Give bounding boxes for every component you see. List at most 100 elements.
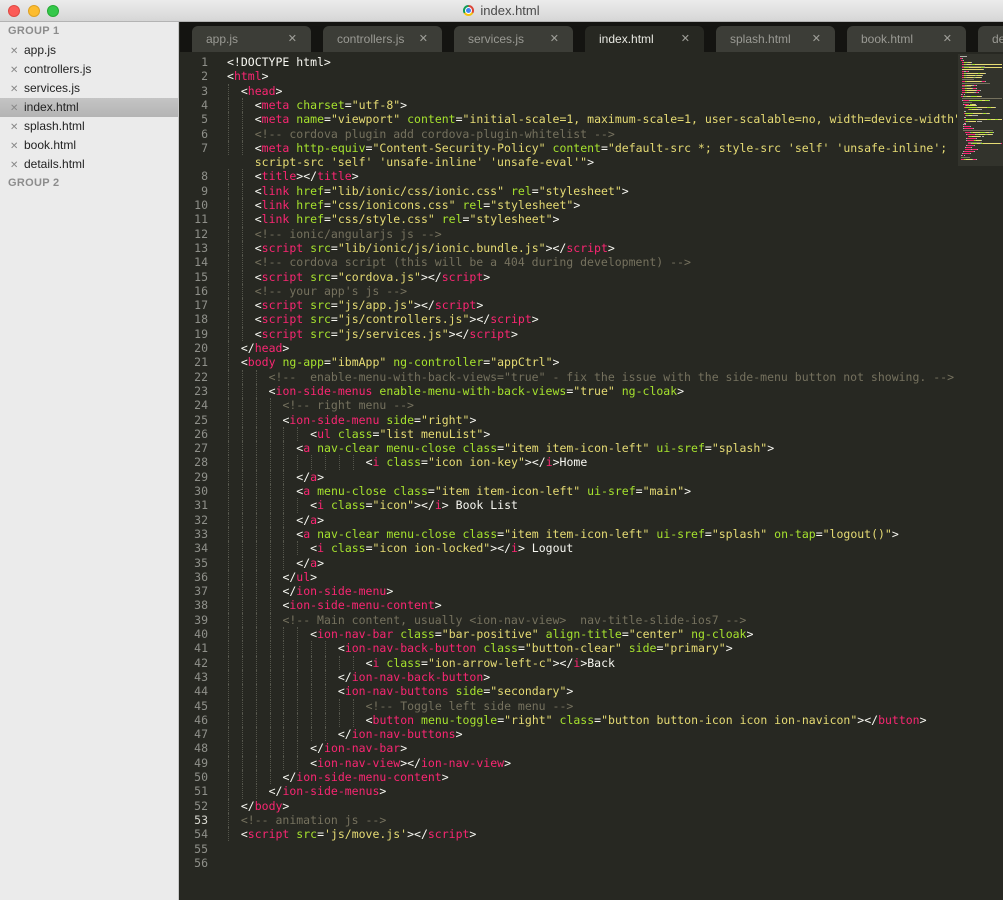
punctuation-token: > xyxy=(483,269,491,284)
code-line: </ul> xyxy=(227,569,957,585)
close-tab-icon[interactable]: ✕ xyxy=(681,32,690,45)
close-tab-icon[interactable]: ✕ xyxy=(419,32,428,45)
close-icon[interactable]: ✕ xyxy=(10,99,24,118)
punctuation-token: > xyxy=(441,770,449,784)
indent-guide xyxy=(241,255,243,270)
string-token: "button button-icon icon ion-navicon" xyxy=(601,712,858,727)
tab-index-html[interactable]: index.html ✕ xyxy=(585,26,704,52)
indent-guide xyxy=(297,641,299,656)
minimap[interactable] xyxy=(958,54,1003,166)
sidebar-file-controllers-js[interactable]: ✕ controllers.js xyxy=(0,60,178,79)
sidebar-file-details-html[interactable]: ✕ details.html xyxy=(0,155,178,174)
punctuation-token: = xyxy=(324,183,331,198)
tag-token: ion-side-menus xyxy=(275,383,373,398)
tab-label: book.html xyxy=(861,32,914,46)
punctuation-token: </ xyxy=(282,770,297,784)
indent-guide xyxy=(241,326,243,341)
tab-details-html[interactable]: details.html xyxy=(978,26,1003,52)
tab-label: services.js xyxy=(468,32,525,46)
string-token: "default-src *; style-src 'self' 'unsafe… xyxy=(607,140,948,155)
sidebar-file-splash-html[interactable]: ✕ splash.html xyxy=(0,117,178,136)
attribute-token: class xyxy=(386,455,422,470)
tag-token: script xyxy=(261,298,304,313)
tag-token: ion-side-menu xyxy=(289,412,380,427)
string-token: "cordova.js" xyxy=(337,269,421,284)
close-icon[interactable]: ✕ xyxy=(10,80,24,99)
indent-guide xyxy=(297,655,299,670)
tag-token: script xyxy=(261,326,304,341)
punctuation-token: = xyxy=(365,498,373,513)
string-token: "right" xyxy=(420,412,470,427)
indent-guide xyxy=(228,512,229,527)
line-number: 52 xyxy=(194,798,208,813)
indent-guide xyxy=(297,741,299,756)
string-token: "js/services.js" xyxy=(337,326,449,341)
indent-guide xyxy=(255,712,257,728)
code-text: <script src="js/services.js"></script> xyxy=(227,327,518,341)
indent-guide xyxy=(311,727,313,742)
indent-guide xyxy=(255,584,257,599)
indent-guide xyxy=(241,584,243,599)
close-tab-icon[interactable]: ✕ xyxy=(943,32,952,45)
close-tab-icon[interactable]: ✕ xyxy=(812,32,821,45)
indent-guide xyxy=(283,641,285,656)
indent-guide xyxy=(283,655,285,670)
punctuation-token: = xyxy=(427,484,435,498)
code-line: </ion-side-menu-content> xyxy=(227,770,957,785)
line-number: 38 xyxy=(194,598,208,613)
tab-app-js[interactable]: app.js ✕ xyxy=(192,26,311,52)
close-tab-icon[interactable]: ✕ xyxy=(550,32,559,45)
close-tab-icon[interactable]: ✕ xyxy=(288,32,297,45)
indent-guide xyxy=(241,569,243,585)
indent-guide xyxy=(255,598,257,613)
indent-guide xyxy=(338,455,340,470)
minimap-stroke xyxy=(961,78,974,80)
indent-guide xyxy=(241,498,243,513)
code-text: <ion-side-menu-content> xyxy=(227,598,441,612)
punctuation-token: > xyxy=(677,383,685,398)
line-number: 56 xyxy=(194,855,208,870)
indent-guide xyxy=(283,541,285,556)
sidebar-file-book-html[interactable]: ✕ book.html xyxy=(0,136,178,155)
code-editor[interactable]: <!DOCTYPE html> <html> <head> <meta charset… xyxy=(227,55,968,895)
code-text: script-src 'self' 'unsafe-inline' 'unsaf… xyxy=(227,155,594,169)
close-icon[interactable]: ✕ xyxy=(10,156,24,175)
comment-token: <!-- ionic/angularjs js --> xyxy=(254,226,442,241)
punctuation-token: </ xyxy=(240,341,255,355)
indent-guide xyxy=(283,426,285,442)
line-number: 48 xyxy=(194,741,208,756)
line-number: 9 xyxy=(201,183,208,198)
indent-guide xyxy=(325,684,327,699)
punctuation-token: = xyxy=(330,312,338,327)
sidebar-file-services-js[interactable]: ✕ services.js xyxy=(0,79,178,98)
tag-token: i xyxy=(317,498,325,513)
indent-guide xyxy=(228,812,229,828)
indent-guide xyxy=(241,369,243,384)
tag-token: head xyxy=(247,83,276,98)
sidebar-file-index-html[interactable]: ✕ index.html xyxy=(0,98,178,117)
close-icon[interactable]: ✕ xyxy=(10,61,24,80)
punctuation-token: = xyxy=(704,526,712,541)
punctuation-token xyxy=(331,427,338,441)
close-icon[interactable]: ✕ xyxy=(10,137,24,156)
attribute-token: ui-sref xyxy=(656,526,705,541)
indent-guide xyxy=(283,526,285,542)
tab-book-html[interactable]: book.html ✕ xyxy=(847,26,966,52)
line-number: 3 xyxy=(201,83,208,98)
indent-guide xyxy=(228,770,229,785)
close-icon[interactable]: ✕ xyxy=(10,118,24,137)
line-number: 6 xyxy=(201,126,208,141)
tab-services-js[interactable]: services.js ✕ xyxy=(454,26,573,52)
indent-guide xyxy=(283,469,285,484)
tab-splash-html[interactable]: splash.html ✕ xyxy=(716,26,835,52)
indent-guide xyxy=(283,741,285,756)
tab-controllers-js[interactable]: controllers.js ✕ xyxy=(323,26,442,52)
indent-guide xyxy=(269,669,271,685)
punctuation-token: > xyxy=(552,355,560,370)
sidebar-file-label: splash.html xyxy=(24,119,85,133)
minimap-stroke xyxy=(963,101,972,103)
close-icon[interactable]: ✕ xyxy=(10,42,24,61)
sidebar-file-app-js[interactable]: ✕ app.js xyxy=(0,41,178,60)
indent-guide xyxy=(228,469,229,484)
minimap-stroke xyxy=(964,151,974,152)
